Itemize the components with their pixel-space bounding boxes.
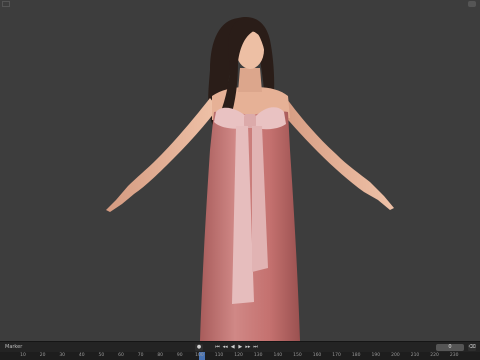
ruler-tick-label: 200	[391, 353, 400, 358]
ruler-tick-label: 60	[118, 353, 124, 358]
ruler-tick-label: 220	[430, 353, 439, 358]
ruler-tick-label: 180	[351, 353, 361, 358]
character-model	[106, 16, 394, 341]
play-icon[interactable]: ▶	[237, 344, 244, 351]
current-frame-field[interactable]: 0	[436, 344, 464, 351]
left-arm	[106, 98, 218, 212]
timeline-ruler[interactable]: 10 20 30 40 50 60 70 80 90 100 110 120 130 140 150 160 1…	[0, 352, 480, 360]
3d-viewport[interactable]	[0, 0, 480, 341]
trash-icon[interactable]: ⌫	[468, 344, 476, 351]
ruler-tick-label: 210	[410, 353, 420, 358]
ruler-tick-label: 170	[332, 353, 341, 358]
ruler-tick-label: 150	[293, 353, 302, 358]
ruler-tick-label: 10	[20, 353, 26, 358]
ruler-tick-label: 230	[449, 353, 459, 358]
neck	[238, 68, 262, 92]
ruler-tick-label: 190	[371, 353, 381, 358]
ruler-tick-label: 50	[98, 353, 105, 358]
ruler-tick-label: 130	[253, 353, 263, 358]
ruler-tick-label: 100	[195, 353, 204, 358]
ruler-tick-label: 120	[234, 353, 243, 358]
ruler-tick-label: 160	[312, 353, 322, 358]
next-keyframe-icon[interactable]: ▸▸	[244, 344, 251, 351]
jump-to-end-icon[interactable]: ⏭	[252, 344, 259, 351]
bow-knot	[244, 114, 256, 128]
timeline-header: Marker ● ⏮ ◂◂ ◀ ▶ ▸▸ ⏭ 0 ⌫	[0, 341, 480, 352]
previous-keyframe-icon[interactable]: ◂◂	[222, 344, 229, 351]
ruler-tick-label: 80	[157, 353, 164, 358]
ruler-tick-label: 110	[214, 353, 224, 358]
play-reverse-icon[interactable]: ◀	[229, 344, 236, 351]
ruler-tick-label: 40	[78, 353, 85, 358]
ruler-tick-label: 140	[273, 353, 283, 358]
record-button[interactable]: ●	[195, 344, 203, 351]
ruler-tick-label: 90	[176, 353, 183, 358]
right-arm	[276, 92, 394, 210]
jump-to-start-icon[interactable]: ⏮	[214, 344, 221, 351]
ruler-tick-label: 20	[39, 353, 46, 358]
marker-menu[interactable]: Marker	[5, 342, 22, 352]
ruler-tick-label: 70	[137, 353, 144, 358]
ruler-tick-label: 30	[59, 353, 66, 358]
